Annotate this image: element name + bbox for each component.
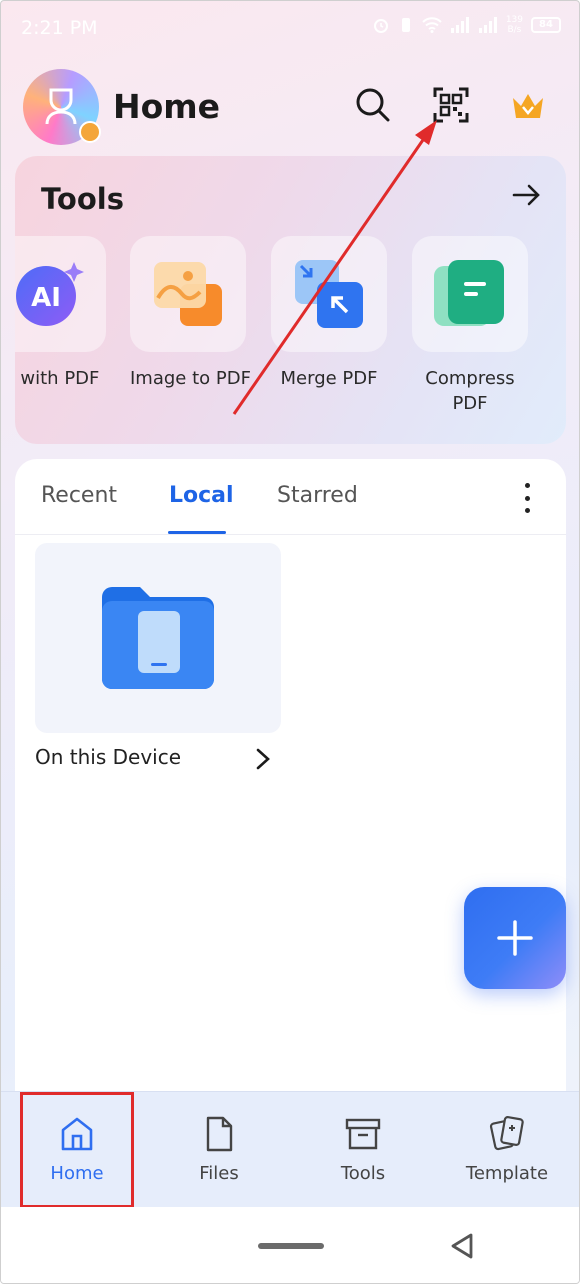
tool-tile <box>130 236 246 352</box>
tab-local[interactable]: Local <box>169 483 234 508</box>
wifi-icon <box>422 17 442 33</box>
tool-tile: AI <box>15 236 106 352</box>
template-icon <box>489 1116 524 1151</box>
tool-label: Merge PDF <box>280 368 378 389</box>
net-speed-value: 139 <box>505 15 523 25</box>
net-speed-unit: B/s <box>507 25 522 35</box>
ai-chat-icon: AI <box>16 262 84 326</box>
files-panel: Recent Local Starred On this Device <box>15 459 566 1099</box>
tools-title: Tools <box>41 182 124 216</box>
more-dot <box>524 495 530 501</box>
signal-icon-1 <box>450 17 469 33</box>
nav-tools[interactable]: Tools <box>291 1092 435 1208</box>
plus-icon <box>497 920 533 956</box>
alarm-icon <box>373 19 388 33</box>
scan-button[interactable] <box>431 85 471 125</box>
premium-button[interactable] <box>508 85 548 125</box>
tool-chat-with-pdf[interactable]: AI at with PDF <box>15 236 106 391</box>
status-bar: 2:21 PM 139 B/s 84 <box>1 1 579 57</box>
arrow-right-icon <box>512 184 540 206</box>
qr-scan-icon <box>433 87 469 123</box>
nav-template[interactable]: Template <box>435 1092 579 1208</box>
user-icon <box>45 88 77 125</box>
status-icons: 139 B/s 84 <box>372 15 561 35</box>
page-title: Home <box>113 87 221 126</box>
tab-bar: Recent Local Starred <box>15 459 566 535</box>
network-speed: 139 B/s <box>506 15 523 35</box>
nav-label: Template <box>465 1163 549 1184</box>
search-button[interactable] <box>353 85 393 125</box>
avatar[interactable] <box>23 69 101 145</box>
signal-icon-2 <box>478 17 497 33</box>
battery-indicator: 84 <box>531 17 561 33</box>
nav-label: Tools <box>340 1163 386 1184</box>
device-label[interactable]: On this Device <box>35 745 181 769</box>
device-folder-icon <box>102 587 214 689</box>
vibrate-icon <box>401 18 410 32</box>
more-options-button[interactable] <box>514 483 540 513</box>
toolbox-icon <box>345 1118 381 1150</box>
merge-pdf-icon <box>295 260 363 328</box>
active-tab-indicator <box>168 531 226 534</box>
add-fab-button[interactable] <box>464 887 566 989</box>
file-icon <box>206 1116 233 1152</box>
svg-text:AI: AI <box>31 283 61 313</box>
compress-pdf-icon <box>434 260 504 326</box>
device-open-button[interactable] <box>251 747 275 771</box>
tool-compress-pdf[interactable]: Compress PDF <box>412 236 528 416</box>
tool-image-to-pdf[interactable]: Image to PDF <box>130 236 251 391</box>
tab-starred[interactable]: Starred <box>277 483 358 508</box>
tool-tile <box>271 236 387 352</box>
tool-label: at with PDF <box>15 368 100 389</box>
crown-icon <box>513 94 543 118</box>
image-to-pdf-icon <box>154 262 222 326</box>
more-dot <box>524 508 530 513</box>
status-time: 2:21 PM <box>21 17 98 39</box>
tool-label-line1: Compress <box>425 368 515 389</box>
more-dot <box>524 483 530 488</box>
search-icon <box>356 88 390 122</box>
on-this-device-card[interactable] <box>35 543 281 733</box>
tools-card: Tools AI at with PDF <box>15 156 566 444</box>
nav-files[interactable]: Files <box>147 1092 291 1208</box>
system-back-icon[interactable] <box>447 1231 477 1261</box>
chevron-right-icon <box>256 748 270 770</box>
tool-label: Image to PDF <box>130 368 251 389</box>
tool-tile <box>412 236 528 352</box>
tool-label: Compress PDF <box>412 366 528 416</box>
premium-badge-icon <box>79 121 101 143</box>
tool-label-line2: PDF <box>452 393 488 414</box>
tab-recent[interactable]: Recent <box>41 483 117 508</box>
system-nav-bar <box>1 1207 579 1283</box>
tool-merge-pdf[interactable]: Merge PDF <box>271 236 387 391</box>
nav-label: Files <box>199 1163 239 1184</box>
app-screen: 2:21 PM 139 B/s 84 Home Tools AI with PD… <box>0 0 580 1284</box>
system-home-pill[interactable] <box>258 1243 324 1249</box>
annotation-highlight-box <box>20 1092 134 1208</box>
tools-see-all-button[interactable] <box>510 178 544 212</box>
